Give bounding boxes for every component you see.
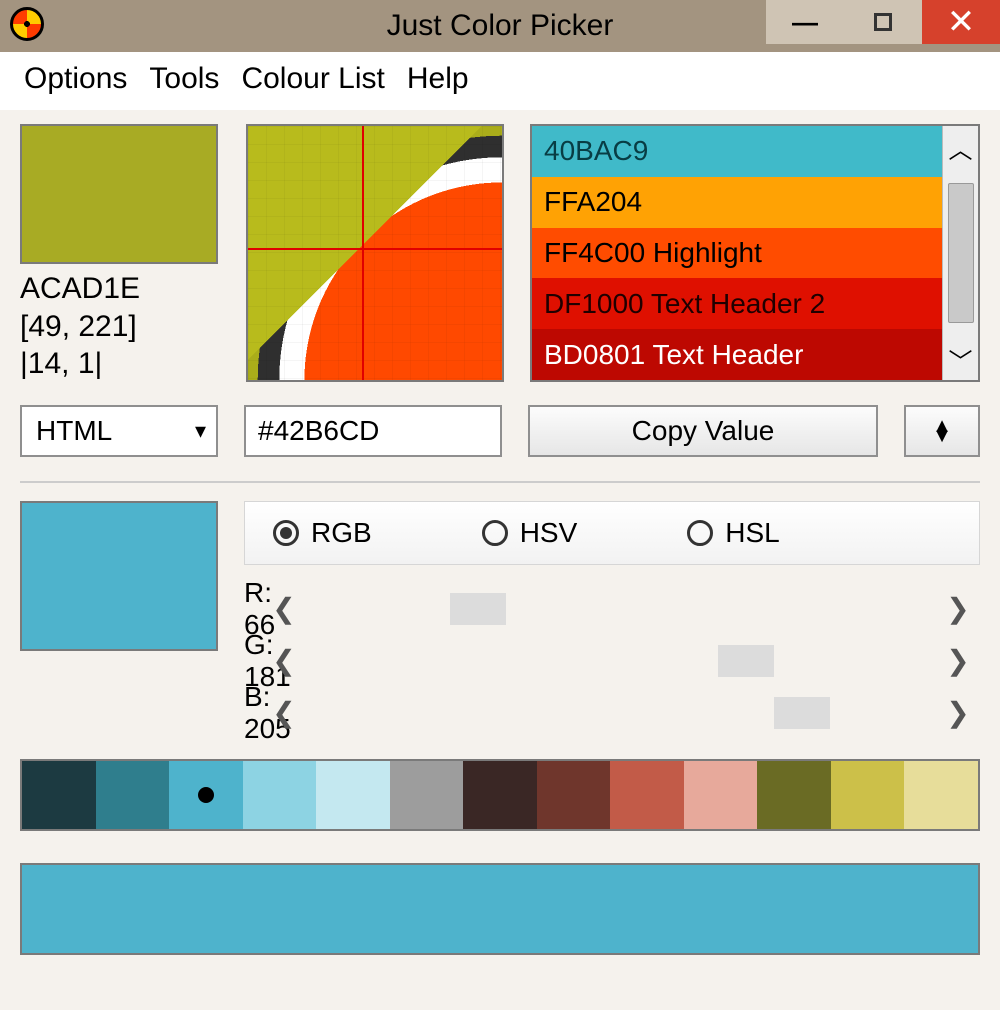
client-area: ACAD1E [49, 221] |14, 1| 40BAC9FFA204FF4…: [0, 110, 1000, 1010]
radio-hsv-label: HSV: [520, 517, 578, 549]
chevron-down-icon: ▾: [195, 418, 206, 444]
slider-r-thumb[interactable]: [450, 593, 506, 625]
copy-value-button[interactable]: Copy Value: [528, 405, 878, 457]
palette-cell[interactable]: [831, 761, 905, 829]
minimize-button[interactable]: —: [766, 0, 844, 44]
app-window: Just Color Picker — ✕ Options Tools Colo…: [0, 0, 1000, 1000]
scroll-up-button[interactable]: ︿: [943, 126, 978, 168]
palette-cell[interactable]: [316, 761, 390, 829]
color-tuning-area: RGB HSV HSL R: 66 ❮: [20, 501, 980, 739]
colour-list-scrollbar[interactable]: ︿ ﹀: [942, 126, 978, 380]
slider-r-decrement[interactable]: ❮: [262, 592, 306, 625]
slider-b: B: 205 ❮ ❯: [20, 687, 980, 739]
format-combobox[interactable]: HTML ▾: [20, 405, 218, 457]
crosshair-horizontal: [248, 248, 502, 250]
radio-rgb-label: RGB: [311, 517, 372, 549]
menu-colour-list[interactable]: Colour List: [241, 62, 384, 96]
slider-r-track[interactable]: [324, 593, 918, 625]
current-color-column: ACAD1E [49, 221] |14, 1|: [20, 124, 220, 383]
palette-cell[interactable]: [904, 761, 978, 829]
colour-list-item[interactable]: FF4C00 Highlight: [532, 228, 942, 279]
current-color-readout: ACAD1E [49, 221] |14, 1|: [20, 270, 220, 383]
spinner-down-icon: ▼: [932, 431, 952, 441]
current-hex: ACAD1E: [20, 270, 220, 308]
colour-list-item[interactable]: FFA204: [532, 177, 942, 228]
slider-g: G: 181 ❮ ❯: [20, 635, 980, 687]
palette-cell[interactable]: [169, 761, 243, 829]
radio-hsl[interactable]: HSL: [687, 517, 779, 549]
slider-g-track[interactable]: [324, 645, 918, 677]
slider-g-decrement[interactable]: ❮: [262, 644, 306, 677]
slider-g-increment[interactable]: ❯: [936, 644, 980, 677]
colour-list-item[interactable]: DF1000 Text Header 2: [532, 278, 942, 329]
top-row: ACAD1E [49, 221] |14, 1| 40BAC9FFA204FF4…: [20, 124, 980, 383]
menu-options[interactable]: Options: [24, 62, 127, 96]
current-coords: [49, 221]: [20, 308, 220, 346]
radio-dot-icon: [687, 520, 713, 546]
palette-cell[interactable]: [243, 761, 317, 829]
slider-r-increment[interactable]: ❯: [936, 592, 980, 625]
divider: [20, 481, 980, 483]
palette-cell[interactable]: [537, 761, 611, 829]
channel-sliders: R: 66 ❮ ❯ G: 181 ❮ ❯ B: 205 ❮: [20, 583, 980, 739]
slider-b-thumb[interactable]: [774, 697, 830, 729]
colour-list-rows: 40BAC9FFA204FF4C00 HighlightDF1000 Text …: [532, 126, 942, 380]
close-button[interactable]: ✕: [922, 0, 1000, 44]
maximize-button[interactable]: [844, 0, 922, 44]
menubar: Options Tools Colour List Help: [0, 52, 1000, 110]
slider-b-decrement[interactable]: ❮: [262, 696, 306, 729]
slider-r: R: 66 ❮ ❯: [20, 583, 980, 635]
crosshair-vertical: [362, 126, 364, 380]
palette-row: [20, 759, 980, 831]
palette-cell[interactable]: [463, 761, 537, 829]
menu-help[interactable]: Help: [407, 62, 469, 96]
window-controls: — ✕: [766, 0, 1000, 44]
palette-cell[interactable]: [390, 761, 464, 829]
scroll-thumb[interactable]: [948, 183, 974, 323]
gradient-bar[interactable]: [20, 863, 980, 955]
slider-b-label: B: 205: [20, 681, 244, 745]
palette-cell[interactable]: [96, 761, 170, 829]
menu-tools[interactable]: Tools: [149, 62, 219, 96]
current-color-swatch: [20, 124, 218, 264]
slider-g-thumb[interactable]: [718, 645, 774, 677]
current-delta: |14, 1|: [20, 345, 220, 383]
palette-cell[interactable]: [757, 761, 831, 829]
value-row: HTML ▾ Copy Value ▲ ▼: [20, 405, 980, 457]
magnifier-grid: [248, 126, 502, 380]
titlebar: Just Color Picker — ✕: [0, 0, 1000, 52]
colour-list-item[interactable]: 40BAC9: [532, 126, 942, 177]
format-label: HTML: [36, 415, 112, 447]
radio-hsv[interactable]: HSV: [482, 517, 578, 549]
colour-list[interactable]: 40BAC9FFA204FF4C00 HighlightDF1000 Text …: [530, 124, 980, 382]
slider-b-track[interactable]: [324, 697, 918, 729]
palette-cell[interactable]: [610, 761, 684, 829]
radio-dot-icon: [482, 520, 508, 546]
tuning-right: RGB HSV HSL R: 66 ❮: [244, 501, 980, 739]
scroll-down-button[interactable]: ﹀: [943, 338, 978, 380]
radio-rgb[interactable]: RGB: [273, 517, 372, 549]
radio-hsl-label: HSL: [725, 517, 779, 549]
list-order-spinner[interactable]: ▲ ▼: [904, 405, 980, 457]
color-model-row: RGB HSV HSL: [244, 501, 980, 565]
radio-dot-icon: [273, 520, 299, 546]
palette-cell[interactable]: [22, 761, 96, 829]
magnifier: [246, 124, 504, 382]
palette-cell[interactable]: [684, 761, 758, 829]
slider-b-increment[interactable]: ❯: [936, 696, 980, 729]
colour-list-item[interactable]: BD0801 Text Header: [532, 329, 942, 380]
color-value-input[interactable]: [244, 405, 502, 457]
